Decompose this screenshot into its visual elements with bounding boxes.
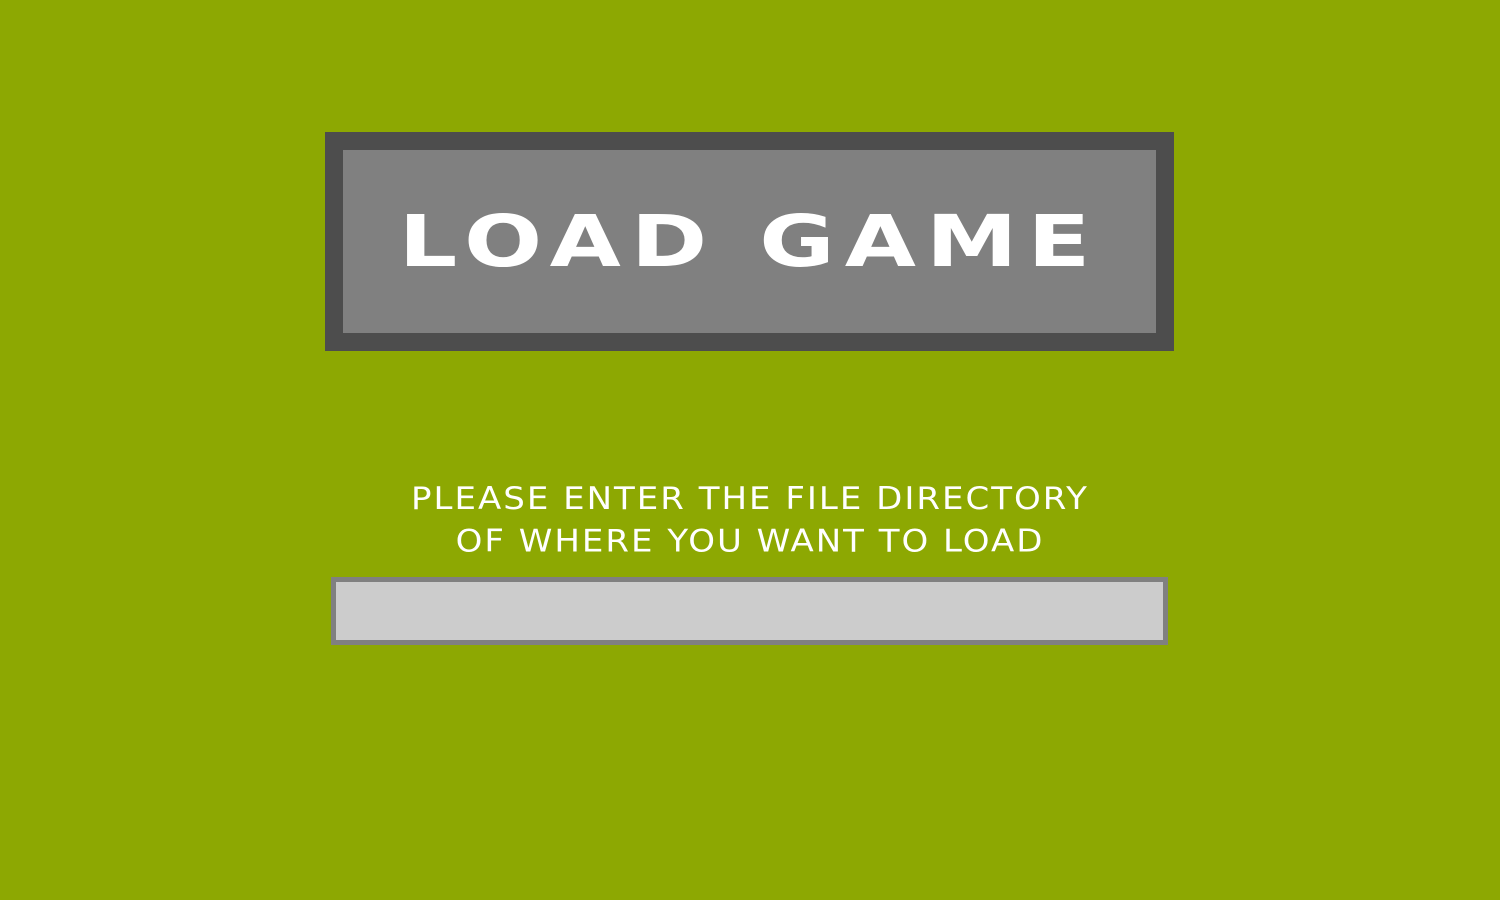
prompt-line-2: OF WHERE YOU WANT TO LOAD: [455, 522, 1045, 560]
directory-input[interactable]: [331, 577, 1168, 645]
title-banner: LOAD GAME: [325, 132, 1174, 351]
directory-prompt: PLEASE ENTER THE FILE DIRECTORY OF WHERE…: [250, 478, 1250, 563]
page-title: LOAD GAME: [398, 199, 1101, 283]
title-banner-inner: LOAD GAME: [343, 150, 1156, 333]
prompt-line-1: PLEASE ENTER THE FILE DIRECTORY: [411, 480, 1089, 518]
